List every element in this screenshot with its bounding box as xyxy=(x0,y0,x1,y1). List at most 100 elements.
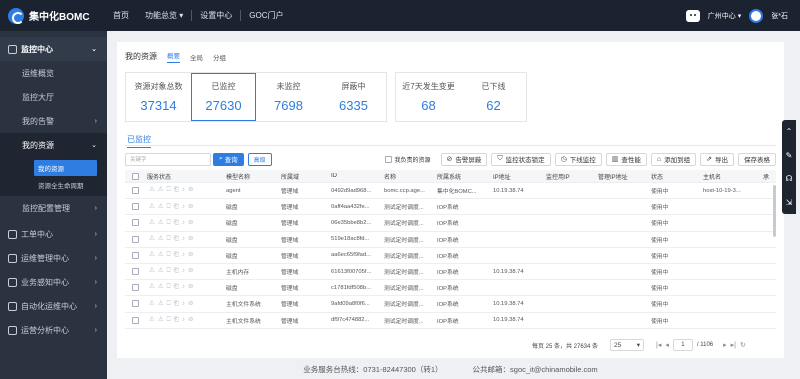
add-to-group-button[interactable]: ⌂ 添加到组 xyxy=(650,152,697,166)
stat-total[interactable]: 资源对象总数 37314 xyxy=(126,73,191,121)
save-table-button[interactable]: 保存表格 xyxy=(738,152,776,166)
ban-icon[interactable]: ⊘ xyxy=(188,316,193,324)
row-checkbox[interactable] xyxy=(131,187,139,195)
offline-monitor-button[interactable]: ◷ 下线监控 xyxy=(554,152,602,166)
table-row[interactable]: ⚠ ⚠ ⎕ ⎗ ♪ ⊘ 磁盘 管理域 0aff4aa432fe... 测试定时调度... IOP系统… xyxy=(125,199,776,216)
sidebar-section-automation[interactable]: 自动化运维中心 › xyxy=(0,294,107,318)
table-row[interactable]: ⚠ ⚠ ⎕ ⎗ ♪ ⊘ 磁盘 管理域 519e18ac8fd... 测试定时调度... IOP系统使… xyxy=(125,232,776,248)
nav-goc[interactable]: GOC门户 xyxy=(241,10,291,21)
ban-icon[interactable]: ⊘ xyxy=(188,268,193,275)
sidebar-section-ops[interactable]: 运维管理中心 › xyxy=(0,246,107,270)
edit-icon[interactable]: ✎ xyxy=(786,151,793,160)
clipboard-icon[interactable]: ⎗ xyxy=(174,187,179,194)
alert-icon[interactable]: ⚠ xyxy=(158,203,164,211)
row-checkbox[interactable] xyxy=(131,300,139,308)
avatar[interactable] xyxy=(749,8,764,23)
alert-icon[interactable]: ⚠ xyxy=(158,300,164,308)
stat-monitored[interactable]: 已监控 27630 xyxy=(191,73,256,121)
page-size-select[interactable]: 25 ▾ xyxy=(610,339,645,351)
row-checkbox[interactable] xyxy=(131,219,139,227)
clipboard-icon[interactable]: ⎗ xyxy=(174,235,179,243)
warning-icon[interactable]: ⚠ xyxy=(149,268,155,275)
page-input[interactable]: 1 xyxy=(672,339,693,351)
col-system[interactable]: 所属系统 xyxy=(435,172,491,181)
lock-icon[interactable]: ⎕ xyxy=(167,219,171,227)
alert-icon[interactable]: ⚠ xyxy=(158,187,164,194)
table-row[interactable]: ⚠ ⚠ ⎕ ⎗ ♪ ⊘ 主机文件系统 管理域 9afd09a8f0f6... 测试定时调度... I… xyxy=(125,296,776,313)
mine-filter[interactable]: 我负责的资源 xyxy=(384,155,431,164)
tab-summary[interactable]: 概要 xyxy=(167,50,180,63)
col-status[interactable]: 状态 xyxy=(649,172,701,181)
bell-icon[interactable]: ♪ xyxy=(182,252,185,259)
mine-checkbox[interactable] xyxy=(384,155,392,163)
clipboard-icon[interactable]: ⎗ xyxy=(174,203,179,211)
row-checkbox[interactable] xyxy=(131,316,139,324)
col-manage-ip[interactable]: 管理IP地址 xyxy=(596,172,649,181)
lock-icon[interactable]: ⎕ xyxy=(167,235,171,243)
bell-icon[interactable]: ♪ xyxy=(182,235,185,243)
prev-page-icon[interactable]: ◂ xyxy=(665,341,669,349)
alert-icon[interactable]: ⚠ xyxy=(158,252,164,259)
warning-icon[interactable]: ⚠ xyxy=(149,252,155,259)
warning-icon[interactable]: ⚠ xyxy=(149,316,155,324)
bell-icon[interactable]: ♪ xyxy=(182,300,185,308)
sidebar-item-hall[interactable]: 监控大厅 xyxy=(0,85,107,109)
ban-icon[interactable]: ⊘ xyxy=(188,203,193,211)
row-checkbox[interactable] xyxy=(131,284,139,292)
tab-group[interactable]: 分组 xyxy=(213,52,226,62)
bell-icon[interactable]: ♪ xyxy=(182,203,185,211)
table-row[interactable]: ⚠ ⚠ ⎕ ⎗ ♪ ⊘ 磁盘 管理域 c1781fdf508b... 测试定时调度... IOP系统… xyxy=(125,280,776,297)
col-monitor-ip[interactable]: 监控用IP xyxy=(544,172,596,181)
stat-changed[interactable]: 近7天发生变更 68 xyxy=(396,73,461,121)
performance-button[interactable]: ▥ 查性能 xyxy=(605,152,647,166)
lock-icon[interactable]: ⎕ xyxy=(167,187,171,194)
lock-icon[interactable]: ⎕ xyxy=(167,284,171,291)
lock-icon[interactable]: ⎕ xyxy=(167,203,171,211)
sidebar-section-monitor[interactable]: 监控中心 ⌄ xyxy=(0,37,107,61)
col-name[interactable]: 名称 xyxy=(382,172,435,181)
sidebar-item-overview[interactable]: 运维概览 xyxy=(0,61,107,85)
alert-icon[interactable]: ⚠ xyxy=(158,219,164,227)
alert-icon[interactable]: ⚠ xyxy=(158,284,164,291)
lock-icon[interactable]: ⎕ xyxy=(167,252,171,259)
search-input[interactable]: 关键字 xyxy=(125,152,211,166)
alert-icon[interactable]: ⚠ xyxy=(158,268,164,275)
table-row[interactable]: ⚠ ⚠ ⎕ ⎗ ♪ ⊘ 磁盘 管理域 aa6ec65f9fad... 测试定时调度... IOP系统… xyxy=(125,248,776,264)
bell-icon[interactable]: ♪ xyxy=(182,187,185,194)
region-selector[interactable]: 广州中心 ▾ xyxy=(708,11,741,21)
bell-icon[interactable]: ♪ xyxy=(182,284,185,291)
sidebar-section-tickets[interactable]: 工单中心 › xyxy=(0,222,107,246)
table-row[interactable]: ⚠ ⚠ ⎕ ⎗ ♪ ⊘ 磁盘 管理域 06e35bbe8b2... 测试定时调度... IOP系统使… xyxy=(125,215,776,232)
stat-masked[interactable]: 屏蔽中 6335 xyxy=(321,73,386,121)
app-logo[interactable]: 集中化BOMC xyxy=(0,7,105,24)
nav-home[interactable]: 首页 xyxy=(105,10,137,21)
sidebar-item-alarms[interactable]: 我的告警 › xyxy=(0,109,107,133)
clipboard-icon[interactable]: ⎗ xyxy=(174,268,179,275)
nav-features[interactable]: 功能总览 ▾ xyxy=(137,10,191,21)
col-ip[interactable]: IP地址 xyxy=(491,172,544,181)
table-row[interactable]: ⚠ ⚠ ⎕ ⎗ ♪ ⊘ agent 管理域 0492d9ad968... bomc.ccp.age… xyxy=(125,183,776,200)
col-service-status[interactable]: 服务状态 xyxy=(145,172,224,181)
warning-icon[interactable]: ⚠ xyxy=(149,284,155,291)
sidebar-item-resources[interactable]: 我的资源 ⌄ xyxy=(0,133,107,157)
warning-icon[interactable]: ⚠ xyxy=(149,203,155,211)
nav-settings[interactable]: 设置中心 xyxy=(192,10,240,21)
warning-icon[interactable]: ⚠ xyxy=(149,219,155,227)
row-checkbox[interactable] xyxy=(131,268,139,276)
ban-icon[interactable]: ⊘ xyxy=(188,235,193,243)
row-checkbox[interactable] xyxy=(131,235,139,243)
next-page-icon[interactable]: ▸ xyxy=(723,341,727,349)
col-more[interactable]: 承 xyxy=(761,172,776,181)
user-name[interactable]: 张*石 xyxy=(771,11,788,21)
row-checkbox[interactable] xyxy=(131,251,139,259)
lock-status-button[interactable]: ⛉ 监控状态锁定 xyxy=(491,152,551,166)
first-page-icon[interactable]: |◂ xyxy=(656,341,661,349)
lock-icon[interactable]: ⎕ xyxy=(167,300,171,308)
sidebar-section-analytics[interactable]: 运营分析中心 › xyxy=(0,318,107,342)
ban-icon[interactable]: ⊘ xyxy=(188,300,193,308)
warning-icon[interactable]: ⚠ xyxy=(149,187,155,194)
clipboard-icon[interactable]: ⎗ xyxy=(174,316,179,324)
ban-icon[interactable]: ⊘ xyxy=(188,284,193,291)
tab-global[interactable]: 全局 xyxy=(190,52,203,62)
advanced-button[interactable]: 高级 xyxy=(247,152,272,166)
